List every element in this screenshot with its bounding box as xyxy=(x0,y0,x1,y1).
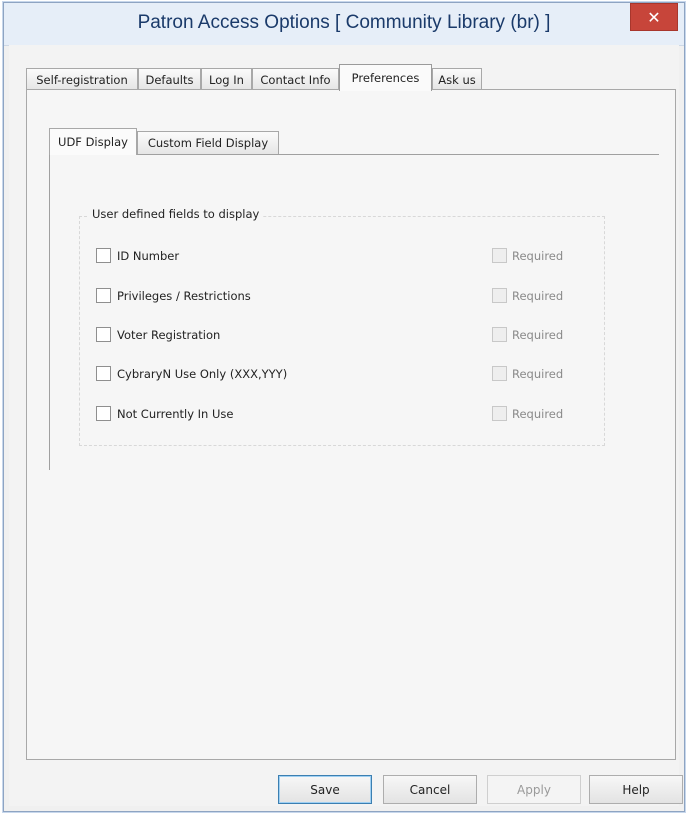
field-row-not-currently-in-use: Not Currently In Use Required xyxy=(96,405,590,425)
not-currently-in-use-checkbox[interactable] xyxy=(96,406,111,421)
field-row-id-number: ID Number Required xyxy=(96,247,590,267)
tab-ask-us[interactable]: Ask us xyxy=(432,68,482,90)
privileges-required-label: Required xyxy=(512,289,564,303)
voter-registration-required-label: Required xyxy=(512,328,564,342)
id-number-checkbox[interactable] xyxy=(96,248,111,263)
id-number-required-label: Required xyxy=(512,249,564,263)
cybraryn-use-only-checkbox[interactable] xyxy=(96,366,111,381)
help-button[interactable]: Help xyxy=(589,775,683,804)
title-bar[interactable]: Patron Access Options [ Community Librar… xyxy=(4,3,684,46)
tab-contact-info[interactable]: Contact Info xyxy=(252,68,339,90)
tab-preferences[interactable]: Preferences xyxy=(339,64,432,91)
apply-button[interactable]: Apply xyxy=(487,775,581,804)
privileges-required-checkbox xyxy=(492,288,507,303)
dialog-window: Patron Access Options [ Community Librar… xyxy=(3,2,685,812)
tab-custom-field-display[interactable]: Custom Field Display xyxy=(137,131,279,154)
tab-log-in[interactable]: Log In xyxy=(201,68,252,90)
not-currently-in-use-required-label: Required xyxy=(512,407,564,421)
tab-self-registration[interactable]: Self-registration xyxy=(26,68,138,90)
cybraryn-use-only-required-checkbox xyxy=(492,366,507,381)
close-button[interactable]: ✕ xyxy=(630,3,678,31)
udf-display-pane: User defined fields to display ID Number… xyxy=(49,154,659,470)
cybraryn-use-only-label: CybraryN Use Only (XXX,YYY) xyxy=(117,367,288,381)
cybraryn-use-only-required-label: Required xyxy=(512,367,564,381)
save-button[interactable]: Save xyxy=(278,775,372,804)
privileges-checkbox[interactable] xyxy=(96,288,111,303)
tab-defaults[interactable]: Defaults xyxy=(138,68,201,90)
udf-fields-group: User defined fields to display ID Number… xyxy=(79,207,605,446)
field-row-voter-registration: Voter Registration Required xyxy=(96,326,590,346)
tab-udf-display[interactable]: UDF Display xyxy=(49,128,137,155)
voter-registration-checkbox[interactable] xyxy=(96,327,111,342)
main-tabstrip: Self-registration Defaults Log In Contac… xyxy=(26,64,679,91)
window-title: Patron Access Options [ Community Librar… xyxy=(137,12,551,33)
field-row-privileges: Privileges / Restrictions Required xyxy=(96,287,590,307)
cancel-button[interactable]: Cancel xyxy=(383,775,477,804)
preferences-pane: UDF Display Custom Field Display User de… xyxy=(26,89,676,760)
group-title: User defined fields to display xyxy=(88,207,264,221)
not-currently-in-use-label: Not Currently In Use xyxy=(117,407,234,421)
id-number-label: ID Number xyxy=(117,249,180,263)
voter-registration-label: Voter Registration xyxy=(117,328,221,342)
field-row-cybraryn-use-only: CybraryN Use Only (XXX,YYY) Required xyxy=(96,365,590,385)
not-currently-in-use-required-checkbox xyxy=(492,406,507,421)
privileges-label: Privileges / Restrictions xyxy=(117,289,251,303)
close-icon: ✕ xyxy=(647,7,661,27)
inner-tabstrip: UDF Display Custom Field Display xyxy=(49,128,659,155)
id-number-required-checkbox xyxy=(492,248,507,263)
voter-registration-required-checkbox xyxy=(492,327,507,342)
dialog-client-area: Self-registration Defaults Log In Contac… xyxy=(9,45,683,806)
